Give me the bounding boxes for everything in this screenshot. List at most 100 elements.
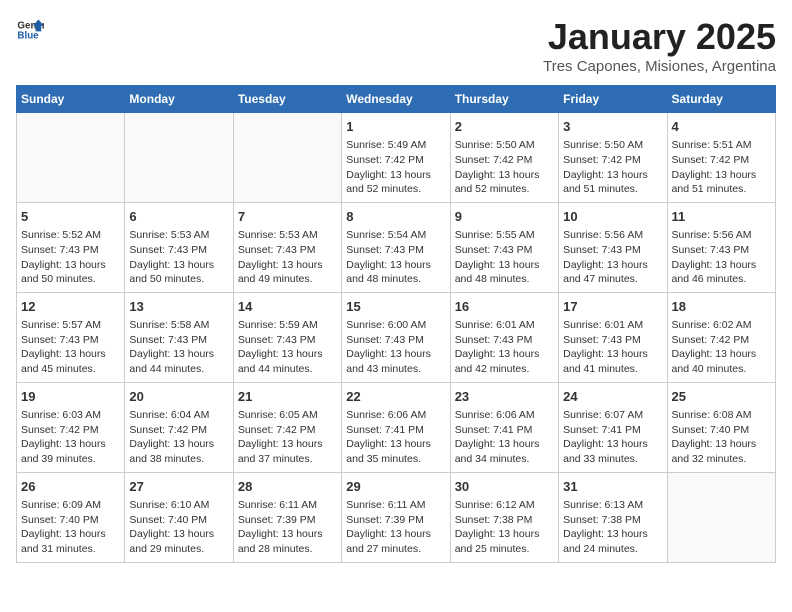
calendar-week-row: 12Sunrise: 5:57 AMSunset: 7:43 PMDayligh…	[17, 292, 776, 382]
day-info: Sunrise: 5:49 AM	[346, 138, 445, 153]
day-info: Sunrise: 5:52 AM	[21, 228, 120, 243]
calendar-week-row: 26Sunrise: 6:09 AMSunset: 7:40 PMDayligh…	[17, 472, 776, 562]
day-number: 13	[129, 298, 228, 316]
day-number: 24	[563, 388, 662, 406]
day-info: Sunset: 7:39 PM	[346, 513, 445, 528]
day-info: Sunrise: 6:05 AM	[238, 408, 337, 423]
title-block: January 2025 Tres Capones, Misiones, Arg…	[543, 16, 776, 75]
calendar-header: SundayMondayTuesdayWednesdayThursdayFrid…	[17, 86, 776, 113]
day-info: Sunset: 7:42 PM	[21, 423, 120, 438]
calendar-body: 1Sunrise: 5:49 AMSunset: 7:42 PMDaylight…	[17, 113, 776, 563]
day-info: Daylight: 13 hours	[346, 347, 445, 362]
day-info: Sunset: 7:42 PM	[129, 423, 228, 438]
day-number: 6	[129, 208, 228, 226]
day-info: and 49 minutes.	[238, 272, 337, 287]
day-info: and 33 minutes.	[563, 452, 662, 467]
logo-icon: General Blue	[16, 16, 44, 44]
day-info: Sunset: 7:43 PM	[455, 333, 554, 348]
day-info: and 46 minutes.	[672, 272, 771, 287]
day-info: Sunrise: 6:06 AM	[346, 408, 445, 423]
weekday-header-monday: Monday	[125, 86, 233, 113]
day-info: and 42 minutes.	[455, 362, 554, 377]
weekday-header-row: SundayMondayTuesdayWednesdayThursdayFrid…	[17, 86, 776, 113]
day-info: Sunset: 7:41 PM	[455, 423, 554, 438]
day-number: 23	[455, 388, 554, 406]
calendar-cell: 21Sunrise: 6:05 AMSunset: 7:42 PMDayligh…	[233, 382, 341, 472]
day-info: Daylight: 13 hours	[238, 258, 337, 273]
day-info: Sunset: 7:38 PM	[455, 513, 554, 528]
day-info: Sunrise: 5:51 AM	[672, 138, 771, 153]
page-header: General Blue January 2025 Tres Capones, …	[16, 16, 776, 75]
day-info: Sunset: 7:43 PM	[238, 243, 337, 258]
day-info: Daylight: 13 hours	[238, 437, 337, 452]
calendar-cell: 31Sunrise: 6:13 AMSunset: 7:38 PMDayligh…	[559, 472, 667, 562]
calendar-cell: 3Sunrise: 5:50 AMSunset: 7:42 PMDaylight…	[559, 113, 667, 203]
calendar-cell: 14Sunrise: 5:59 AMSunset: 7:43 PMDayligh…	[233, 292, 341, 382]
day-info: Sunrise: 5:53 AM	[129, 228, 228, 243]
day-info: Sunrise: 6:04 AM	[129, 408, 228, 423]
day-info: Sunrise: 6:07 AM	[563, 408, 662, 423]
day-number: 20	[129, 388, 228, 406]
day-info: Daylight: 13 hours	[455, 527, 554, 542]
calendar-cell: 7Sunrise: 5:53 AMSunset: 7:43 PMDaylight…	[233, 202, 341, 292]
calendar-subtitle: Tres Capones, Misiones, Argentina	[543, 58, 776, 75]
calendar-cell: 2Sunrise: 5:50 AMSunset: 7:42 PMDaylight…	[450, 113, 558, 203]
logo: General Blue	[16, 16, 44, 44]
calendar-cell	[667, 472, 775, 562]
day-info: Daylight: 13 hours	[21, 437, 120, 452]
day-number: 1	[346, 118, 445, 136]
calendar-cell: 8Sunrise: 5:54 AMSunset: 7:43 PMDaylight…	[342, 202, 450, 292]
day-number: 3	[563, 118, 662, 136]
calendar-cell: 5Sunrise: 5:52 AMSunset: 7:43 PMDaylight…	[17, 202, 125, 292]
day-info: Daylight: 13 hours	[238, 527, 337, 542]
day-number: 15	[346, 298, 445, 316]
calendar-table: SundayMondayTuesdayWednesdayThursdayFrid…	[16, 85, 776, 563]
day-info: and 48 minutes.	[455, 272, 554, 287]
day-info: Sunset: 7:39 PM	[238, 513, 337, 528]
day-info: Daylight: 13 hours	[563, 168, 662, 183]
day-info: and 45 minutes.	[21, 362, 120, 377]
calendar-cell: 26Sunrise: 6:09 AMSunset: 7:40 PMDayligh…	[17, 472, 125, 562]
weekday-header-sunday: Sunday	[17, 86, 125, 113]
weekday-header-saturday: Saturday	[667, 86, 775, 113]
day-number: 21	[238, 388, 337, 406]
day-info: Daylight: 13 hours	[672, 437, 771, 452]
day-info: Sunrise: 5:55 AM	[455, 228, 554, 243]
day-info: Sunrise: 5:56 AM	[672, 228, 771, 243]
calendar-cell: 1Sunrise: 5:49 AMSunset: 7:42 PMDaylight…	[342, 113, 450, 203]
day-info: Sunset: 7:41 PM	[563, 423, 662, 438]
day-number: 25	[672, 388, 771, 406]
day-info: Sunrise: 6:11 AM	[346, 498, 445, 513]
day-info: Daylight: 13 hours	[346, 437, 445, 452]
day-info: Sunrise: 6:10 AM	[129, 498, 228, 513]
day-number: 11	[672, 208, 771, 226]
day-number: 14	[238, 298, 337, 316]
day-number: 29	[346, 478, 445, 496]
day-info: Sunset: 7:41 PM	[346, 423, 445, 438]
day-info: Sunset: 7:40 PM	[21, 513, 120, 528]
calendar-cell: 27Sunrise: 6:10 AMSunset: 7:40 PMDayligh…	[125, 472, 233, 562]
day-number: 18	[672, 298, 771, 316]
day-info: Sunrise: 6:11 AM	[238, 498, 337, 513]
day-info: Sunrise: 6:09 AM	[21, 498, 120, 513]
day-info: Daylight: 13 hours	[129, 347, 228, 362]
day-number: 17	[563, 298, 662, 316]
day-info: Sunrise: 5:58 AM	[129, 318, 228, 333]
day-info: and 35 minutes.	[346, 452, 445, 467]
calendar-cell: 4Sunrise: 5:51 AMSunset: 7:42 PMDaylight…	[667, 113, 775, 203]
day-info: Daylight: 13 hours	[672, 258, 771, 273]
day-number: 28	[238, 478, 337, 496]
day-number: 5	[21, 208, 120, 226]
day-info: Sunrise: 6:02 AM	[672, 318, 771, 333]
day-info: Sunset: 7:42 PM	[563, 153, 662, 168]
day-info: and 48 minutes.	[346, 272, 445, 287]
day-info: and 24 minutes.	[563, 542, 662, 557]
day-info: Sunset: 7:43 PM	[346, 243, 445, 258]
day-info: Daylight: 13 hours	[563, 527, 662, 542]
day-number: 27	[129, 478, 228, 496]
day-info: Sunset: 7:43 PM	[672, 243, 771, 258]
day-info: Sunset: 7:38 PM	[563, 513, 662, 528]
day-number: 22	[346, 388, 445, 406]
day-info: and 25 minutes.	[455, 542, 554, 557]
calendar-cell: 29Sunrise: 6:11 AMSunset: 7:39 PMDayligh…	[342, 472, 450, 562]
